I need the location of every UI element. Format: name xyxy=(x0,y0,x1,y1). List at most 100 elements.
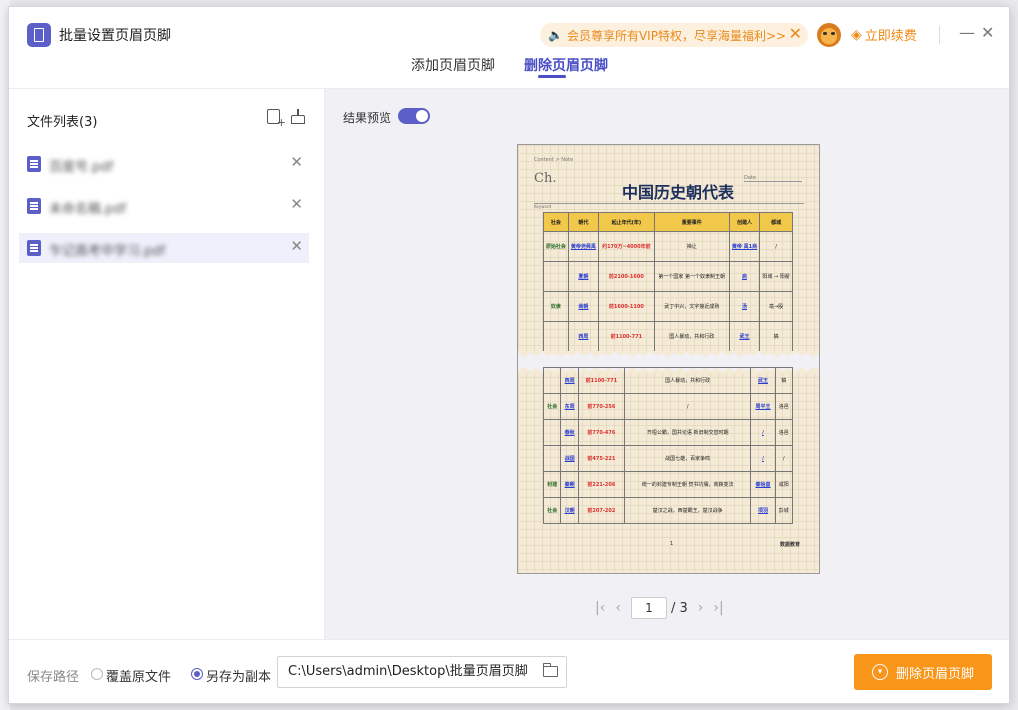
table-cell: 武王 xyxy=(750,367,776,394)
preview-toggle-label: 结果预览 xyxy=(343,111,392,125)
file-list-item[interactable]: 未命名稿.pdf ✕ xyxy=(19,191,309,221)
vip-banner[interactable]: 🔈 会员尊享所有VIP特权，尽享海量福利>> ✕ xyxy=(540,23,808,47)
tab-add-header-footer[interactable]: 添加页眉页脚 xyxy=(411,55,495,75)
minimize-button[interactable]: — xyxy=(959,23,975,42)
pdf-file-icon xyxy=(27,240,41,256)
save-path-field[interactable]: C:\Users\admin\Desktop\批量页眉页脚 xyxy=(277,656,567,688)
table-cell: 社会 xyxy=(542,497,562,524)
file-list-item-selected[interactable]: 乍记高考中学习.pdf ✕ xyxy=(19,233,309,263)
file-list-panel: 文件列表(3) 百度号.pdf ✕ 未命名稿.pdf ✕ 乍记高考中学习.pdf… xyxy=(9,89,325,639)
table-cell: 秦始皇 xyxy=(750,471,776,498)
table-row: 封建 秦朝 前221-206 统一的封建专制王朝 焚书坑儒，商鞅变法 秦始皇 咸阳 xyxy=(542,471,794,498)
table-cell: 汉朝 xyxy=(560,497,579,524)
remove-file-icon[interactable]: ✕ xyxy=(290,237,303,255)
file-name: 乍记高考中学习.pdf xyxy=(49,244,166,259)
table-header-cell: 重要事件 xyxy=(653,212,730,232)
doc-page-number: 1 xyxy=(670,541,674,547)
table-header-cell: 起止年代(年) xyxy=(598,212,655,232)
pdf-file-icon xyxy=(27,156,41,172)
table-cell: / xyxy=(774,445,794,472)
doc-keyword: Keyword xyxy=(534,204,552,209)
app-logo-icon xyxy=(27,23,51,47)
next-page-icon[interactable]: › xyxy=(698,600,704,616)
table-cell xyxy=(543,321,569,352)
table-cell xyxy=(543,261,569,292)
close-button[interactable]: ✕ xyxy=(981,23,994,42)
vip-banner-close-button[interactable]: ✕ xyxy=(789,24,802,43)
first-page-icon[interactable]: |‹ xyxy=(595,600,605,616)
table-row: 战国 前475-221 战国七雄，百家争鸣 / / xyxy=(542,445,794,472)
active-tab-indicator xyxy=(538,75,566,78)
table-cell: 前221-206 xyxy=(577,471,625,498)
save-copy-label[interactable]: 另存为副本 xyxy=(206,666,271,685)
folder-icon[interactable] xyxy=(543,663,558,677)
overwrite-radio[interactable] xyxy=(91,668,103,680)
table-row: 西周 前1100-771 国人暴动，共和行政 武王镐 xyxy=(543,321,793,352)
dynasty-table-continued: 西周 前1100-771 国人暴动，共和行政 武王镐社会 东周 前770-256/周平王洛… xyxy=(542,367,794,524)
remove-file-icon[interactable]: ✕ xyxy=(290,153,303,171)
table-cell: 奴隶 xyxy=(543,291,569,322)
table-cell: 商朝 xyxy=(567,291,600,322)
table-cell: 社会 xyxy=(542,393,562,420)
table-cell: 国人暴动，共和行政 xyxy=(653,321,730,352)
table-header-cell: 朝代 xyxy=(567,212,600,232)
overwrite-label[interactable]: 覆盖原文件 xyxy=(106,666,171,685)
prev-page-icon[interactable]: ‹ xyxy=(615,600,621,616)
table-row: 原始社会 黄帝尧舜禹 约170万~4000年前 禅让 黄帝 禹1商 / xyxy=(543,231,793,262)
page-total: / 3 xyxy=(670,600,688,616)
table-cell: 夏朝 xyxy=(567,261,600,292)
file-list-item[interactable]: 百度号.pdf ✕ xyxy=(19,149,309,179)
table-cell: 周平王 xyxy=(750,393,776,420)
table-cell: / xyxy=(759,231,793,262)
clear-list-icon[interactable] xyxy=(291,109,307,125)
table-header-cell: 创建人 xyxy=(728,212,761,232)
table-cell: 彭城 xyxy=(774,497,794,524)
pdf-file-icon xyxy=(27,198,41,214)
table-header-row: 社会 朝代 起止年代(年) 重要事件 创建人 都城 xyxy=(543,212,793,232)
table-row: 社会 东周 前770-256/周平王 洛邑 xyxy=(542,393,794,420)
remove-file-icon[interactable]: ✕ xyxy=(290,195,303,213)
preview-toggle[interactable] xyxy=(398,108,430,124)
last-page-icon[interactable]: ›| xyxy=(713,600,723,616)
action-label: 删除页眉页脚 xyxy=(895,666,974,682)
table-cell: 咸阳 xyxy=(774,471,794,498)
dialog-title: 批量设置页眉页脚 xyxy=(59,28,171,44)
table-cell: 武丁中兴，文字接近成熟 xyxy=(653,291,730,322)
table-cell: 前1600-1100 xyxy=(598,291,655,322)
table-cell: 统一的封建专制王朝 焚书坑儒，商鞅变法 xyxy=(623,471,752,498)
preview-panel: 结果预览 Content > Note Ch. Date 中国历史朝代表 Key… xyxy=(325,89,1009,639)
user-avatar[interactable] xyxy=(817,23,841,47)
diamond-icon: ◈ xyxy=(851,26,862,43)
table-cell: / xyxy=(750,445,776,472)
table-cell xyxy=(542,367,562,394)
renew-button[interactable]: ◈ 立即续费 xyxy=(851,25,917,45)
page-navigator: |‹ ‹ 1 / 3 › ›| xyxy=(595,597,724,619)
header-divider xyxy=(939,26,940,44)
file-name: 未命名稿.pdf xyxy=(49,202,127,217)
table-cell xyxy=(542,445,562,472)
save-path-value: C:\Users\admin\Desktop\批量页眉页脚 xyxy=(288,664,528,679)
table-row: 奴隶 商朝 前1600-1100 武丁中兴，文字接近成熟汤亳→殷 xyxy=(543,291,793,322)
table-cell: 黄帝 禹1商 xyxy=(728,231,761,262)
table-cell: / xyxy=(623,393,752,420)
table-cell: 亳→殷 xyxy=(759,291,793,322)
table-cell: 楚汉之战，西楚霸王，楚汉战争 xyxy=(623,497,752,524)
table-cell: 前770-256 xyxy=(577,393,625,420)
table-cell: 启 xyxy=(728,261,761,292)
speaker-icon: 🔈 xyxy=(548,28,563,42)
tab-remove-header-footer[interactable]: 删除页眉页脚 xyxy=(524,55,608,75)
table-cell: 秦朝 xyxy=(560,471,579,498)
dynasty-table: 社会 朝代 起止年代(年) 重要事件 创建人 都城 原始社会 黄帝尧舜禹 约170万~4000… xyxy=(543,212,793,352)
table-cell: 前207-202 xyxy=(577,497,625,524)
table-cell: 春秋 xyxy=(560,419,579,446)
page-number-input[interactable]: 1 xyxy=(630,597,667,619)
table-cell: 战国 xyxy=(560,445,579,472)
table-cell: 前1100-771 xyxy=(598,321,655,352)
table-row: 夏朝 前2100-1600 第一个国家 第一个奴隶制王朝启阳城 → 阳翟 xyxy=(543,261,793,292)
table-cell: / xyxy=(750,419,776,446)
remove-header-footer-button[interactable]: ▾ 删除页眉页脚 xyxy=(854,654,992,690)
save-copy-radio[interactable] xyxy=(191,668,203,680)
add-file-icon[interactable] xyxy=(267,109,286,129)
table-cell: 战国七雄，百家争鸣 xyxy=(623,445,752,472)
document-preview: Content > Note Ch. Date 中国历史朝代表 Keyword … xyxy=(517,144,820,574)
